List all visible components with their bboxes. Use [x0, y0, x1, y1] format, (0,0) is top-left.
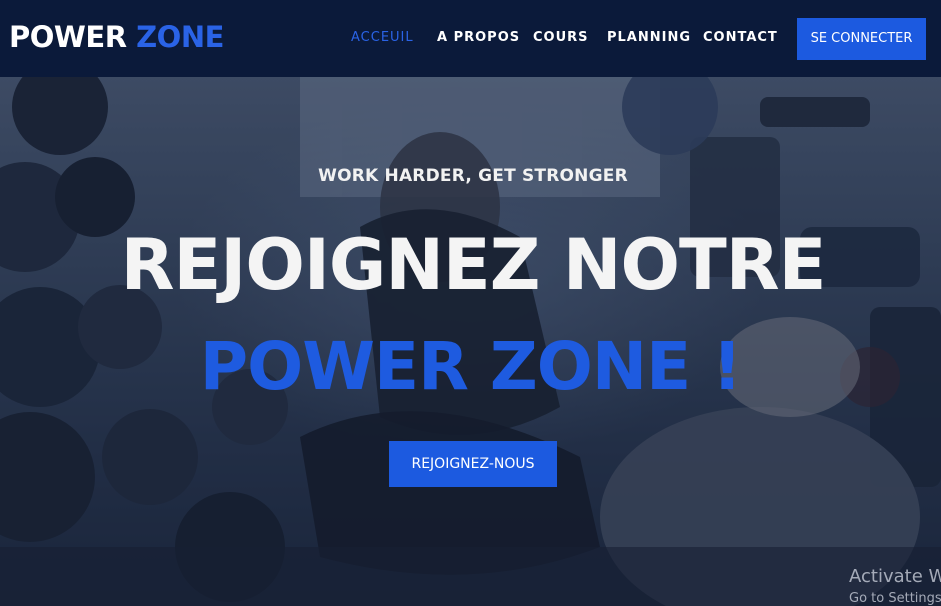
- join-us-button[interactable]: REJOIGNEZ-NOUS: [389, 441, 557, 487]
- brand-word-power: POWER: [9, 20, 127, 54]
- top-navbar: POWER ZONE ACCEUIL A PROPOS COURS PLANNI…: [0, 0, 941, 77]
- brand-word-zone: ZONE: [136, 20, 224, 54]
- watermark-line1: Activate W: [849, 566, 941, 587]
- hero-tagline: WORK HARDER, GET STRONGER: [318, 166, 628, 186]
- windows-activation-watermark: Activate W Go to Settings: [849, 565, 941, 606]
- landing-page: POWER ZONE ACCEUIL A PROPOS COURS PLANNI…: [0, 0, 941, 606]
- nav-link-accueil[interactable]: ACCEUIL: [351, 29, 414, 47]
- login-button[interactable]: SE CONNECTER: [797, 18, 926, 60]
- brand-logo[interactable]: POWER ZONE: [9, 19, 224, 55]
- nav-link-a-propos[interactable]: A PROPOS: [437, 29, 520, 47]
- hero-headline: REJOIGNEZ NOTRE: [120, 224, 827, 306]
- watermark-line2: Go to Settings: [849, 591, 941, 606]
- nav-link-cours[interactable]: COURS: [533, 29, 589, 47]
- hero-headline-brand: POWER ZONE !: [199, 328, 743, 405]
- nav-link-contact[interactable]: CONTACT: [703, 29, 778, 47]
- nav-link-planning[interactable]: PLANNING: [607, 29, 691, 47]
- hero-section: WORK HARDER, GET STRONGER REJOIGNEZ NOTR…: [0, 77, 941, 606]
